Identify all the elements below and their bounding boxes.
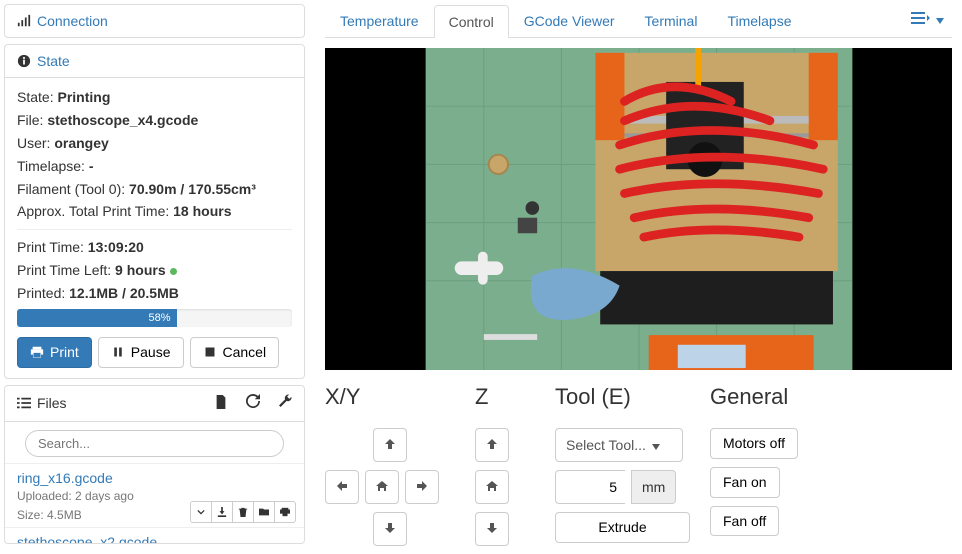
print-progress: 58% xyxy=(17,309,292,327)
info-icon xyxy=(17,54,31,68)
tool-select-label: Select Tool... xyxy=(566,437,646,453)
camera-feed xyxy=(325,48,952,370)
pleft-label: Print Time Left: xyxy=(17,262,111,278)
printer-icon[interactable] xyxy=(274,501,296,523)
timelapse-value: - xyxy=(89,158,94,174)
cancel-button-label: Cancel xyxy=(223,344,267,361)
refresh-icon[interactable] xyxy=(246,394,260,413)
file-item-name[interactable]: stethoscope_x2.gcode xyxy=(17,534,292,542)
arrow-left-icon xyxy=(336,479,348,496)
print-button[interactable]: Print xyxy=(17,337,92,368)
arrow-up-icon xyxy=(384,437,396,454)
new-file-icon[interactable] xyxy=(214,394,228,413)
xy-heading: X/Y xyxy=(325,384,455,410)
ptime-label: Print Time: xyxy=(17,239,84,255)
extrude-button-label: Extrude xyxy=(598,519,646,536)
files-heading-label: Files xyxy=(37,395,67,411)
state-panel: State State: Printing File: stethoscope_… xyxy=(4,44,305,379)
z-down-button[interactable] xyxy=(475,512,509,546)
arrow-right-icon xyxy=(416,479,428,496)
arrow-up-icon xyxy=(486,437,498,454)
tool-select[interactable]: Select Tool... xyxy=(555,428,683,462)
wrench-icon[interactable] xyxy=(278,394,292,413)
files-heading[interactable]: Files xyxy=(17,395,67,411)
file-item[interactable]: stethoscope_x2.gcode xyxy=(5,527,304,542)
z-up-button[interactable] xyxy=(475,428,509,462)
tab-terminal[interactable]: Terminal xyxy=(630,4,713,37)
z-home-button[interactable] xyxy=(475,470,509,504)
home-icon xyxy=(376,479,388,496)
file-list[interactable]: ring_x16.gcode Uploaded: 2 days ago Size… xyxy=(5,463,304,543)
file-value: stethoscope_x4.gcode xyxy=(47,112,198,128)
tab-control[interactable]: Control xyxy=(434,5,509,38)
tab-timelapse[interactable]: Timelapse xyxy=(712,4,806,37)
ptime-value: 13:09:20 xyxy=(88,239,144,255)
files-panel: Files ring_x xyxy=(4,385,305,544)
caret-down-icon xyxy=(652,437,660,453)
arrow-down-icon xyxy=(384,521,396,538)
search-input[interactable] xyxy=(25,430,284,457)
filament-value: 70.90m / 170.55cm³ xyxy=(129,181,256,197)
pause-button-label: Pause xyxy=(131,344,171,361)
file-label: File: xyxy=(17,112,43,128)
menu-button[interactable] xyxy=(903,4,952,37)
pause-icon xyxy=(111,345,125,359)
motors-off-button[interactable]: Motors off xyxy=(710,428,798,459)
file-item-name[interactable]: ring_x16.gcode xyxy=(17,470,292,486)
arrow-down-icon xyxy=(486,521,498,538)
z-heading: Z xyxy=(475,384,535,410)
tab-temperature[interactable]: Temperature xyxy=(325,4,434,37)
trash-icon[interactable] xyxy=(232,501,254,523)
xy-right-button[interactable] xyxy=(405,470,439,504)
print-progress-bar: 58% xyxy=(17,309,177,327)
extrude-button[interactable]: Extrude xyxy=(555,512,690,543)
extrude-unit: mm xyxy=(631,470,676,504)
print-icon xyxy=(30,345,44,359)
tool-heading: Tool (E) xyxy=(555,384,690,410)
cancel-button[interactable]: Cancel xyxy=(190,337,280,368)
state-value: Printing xyxy=(57,89,110,105)
download-icon[interactable] xyxy=(211,501,233,523)
xy-left-button[interactable] xyxy=(325,470,359,504)
state-label: State: xyxy=(17,89,54,105)
pleft-value: 9 hours xyxy=(115,262,166,278)
home-icon xyxy=(486,479,498,496)
timelapse-label: Timelapse: xyxy=(17,158,85,174)
connection-label: Connection xyxy=(37,13,108,29)
stop-icon xyxy=(203,345,217,359)
print-button-label: Print xyxy=(50,344,79,361)
tab-gcode-viewer[interactable]: GCode Viewer xyxy=(509,4,630,37)
xy-home-button[interactable] xyxy=(365,470,399,504)
file-actions xyxy=(191,501,296,523)
xy-down-button[interactable] xyxy=(373,512,407,546)
file-item[interactable]: ring_x16.gcode Uploaded: 2 days ago Size… xyxy=(5,463,304,528)
fan-off-label: Fan off xyxy=(723,513,766,530)
chevron-down-icon[interactable] xyxy=(190,501,212,523)
fan-on-label: Fan on xyxy=(723,474,767,491)
user-label: User: xyxy=(17,135,50,151)
state-heading[interactable]: State xyxy=(5,45,304,78)
fan-on-button[interactable]: Fan on xyxy=(710,467,780,498)
fan-off-button[interactable]: Fan off xyxy=(710,506,779,537)
general-heading: General xyxy=(710,384,830,410)
printed-label: Printed: xyxy=(17,285,65,301)
list-icon xyxy=(17,396,31,410)
pause-button[interactable]: Pause xyxy=(98,337,184,368)
folder-icon[interactable] xyxy=(253,501,275,523)
printed-value: 12.1MB / 20.5MB xyxy=(69,285,179,301)
totaltime-label: Approx. Total Print Time: xyxy=(17,203,169,219)
status-dot xyxy=(170,268,177,275)
motors-off-label: Motors off xyxy=(723,435,785,452)
tab-bar: Temperature Control GCode Viewer Termina… xyxy=(325,4,952,38)
xy-up-button[interactable] xyxy=(373,428,407,462)
connection-panel: Connection xyxy=(4,4,305,38)
connection-heading[interactable]: Connection xyxy=(5,5,304,37)
signal-icon xyxy=(17,14,31,28)
filament-label: Filament (Tool 0): xyxy=(17,181,125,197)
totaltime-value: 18 hours xyxy=(173,203,231,219)
state-body: State: Printing File: stethoscope_x4.gco… xyxy=(5,78,304,378)
user-value: orangey xyxy=(54,135,108,151)
extrude-amount-input[interactable] xyxy=(555,470,625,504)
state-heading-label: State xyxy=(37,53,70,69)
